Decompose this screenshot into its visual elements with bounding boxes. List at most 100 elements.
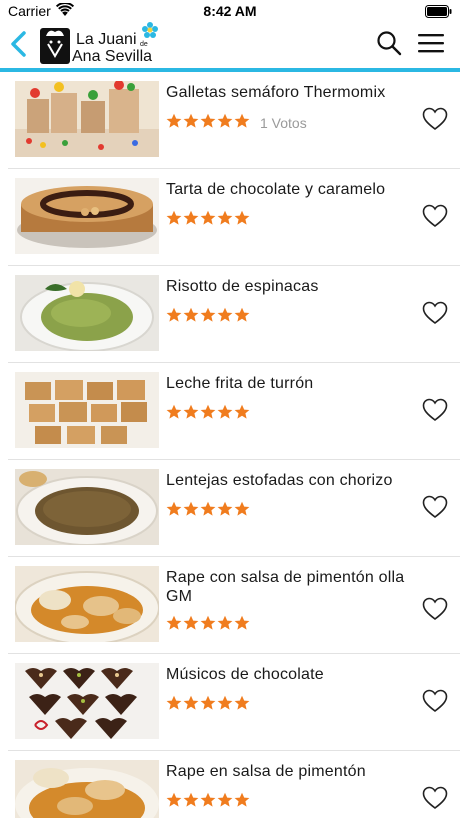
rating-stars [166,210,250,228]
recipe-thumbnail [15,760,159,818]
search-icon[interactable] [376,30,402,56]
star-icon [183,792,199,807]
star-icon [200,113,216,128]
star-icon [183,113,199,128]
status-bar: Carrier 8:42 AM [0,0,460,22]
app-logo: La Juani de Ana Sevilla [40,22,158,65]
recipe-row[interactable]: Leche frita de turrón [0,363,460,460]
star-icon [166,404,182,419]
recipe-row[interactable]: Tarta de chocolate y caramelo [0,169,460,266]
star-icon [183,404,199,419]
risotto-photo-icon [15,275,159,351]
rape-photo-icon [15,566,159,642]
rating-stars [166,501,250,519]
star-icon [234,695,250,710]
recipe-thumbnail [15,469,159,545]
star-icon [166,307,182,322]
favorite-heart-icon[interactable] [422,689,448,713]
leche-frita-photo-icon [15,372,159,448]
recipe-row[interactable]: Galletas semáforo Thermomix 1 Votos [0,72,460,169]
rating-stars [166,695,250,713]
star-icon [200,307,216,322]
star-icon [166,615,182,630]
star-icon [234,210,250,225]
recipe-row[interactable]: Risotto de espinacas [0,266,460,363]
recipe-row[interactable]: Músicos de chocolate [0,654,460,751]
star-icon [166,792,182,807]
star-icon [183,307,199,322]
star-icon [217,695,233,710]
recipe-title: Tarta de chocolate y caramelo [166,181,386,198]
recipe-list: Galletas semáforo Thermomix 1 Votos Tart… [0,72,460,818]
logo-text-line2: Ana Sevilla [72,48,152,65]
star-icon [200,501,216,516]
star-icon [200,210,216,225]
star-icon [234,113,250,128]
favorite-heart-icon[interactable] [422,398,448,422]
favorite-heart-icon[interactable] [422,786,448,810]
logo-text-line1: La Juani [76,31,137,48]
recipe-title: Lentejas estofadas con chorizo [166,472,393,489]
lentejas-photo-icon [15,469,159,545]
star-icon [200,792,216,807]
logo-text-small: de [140,41,148,48]
recipe-title: Galletas semáforo Thermomix [166,84,386,101]
favorite-heart-icon[interactable] [422,204,448,228]
rating-stars [166,307,250,325]
rating-stars [166,792,250,810]
recipe-thumbnail [15,372,159,448]
cookies-photo-icon [15,81,159,157]
star-icon [166,501,182,516]
rating-stars [166,113,250,131]
cake-photo-icon [15,178,159,254]
battery-icon [425,5,452,18]
musicos-photo-icon [15,663,159,739]
recipe-title: Risotto de espinacas [166,278,319,295]
recipe-title: Rape con salsa de pimentón olla GM [166,569,405,605]
favorite-heart-icon[interactable] [422,495,448,519]
recipe-thumbnail [15,275,159,351]
back-chevron-icon[interactable] [6,28,32,60]
favorite-heart-icon[interactable] [422,301,448,325]
star-icon [217,307,233,322]
star-icon [200,404,216,419]
star-icon [234,501,250,516]
recipe-row[interactable]: Lentejas estofadas con chorizo [0,460,460,557]
star-icon [200,615,216,630]
star-icon [217,113,233,128]
star-icon [166,113,182,128]
status-time: 8:42 AM [203,3,257,19]
recipe-thumbnail [15,81,159,157]
star-icon [217,792,233,807]
star-icon [217,501,233,516]
star-icon [183,210,199,225]
star-icon [200,695,216,710]
star-icon [166,210,182,225]
star-icon [217,404,233,419]
rating-stars [166,404,250,422]
star-icon [166,695,182,710]
star-icon [234,792,250,807]
star-icon [234,615,250,630]
star-icon [183,501,199,516]
star-icon [183,615,199,630]
votes-count: 1 Votos [260,115,307,131]
favorite-heart-icon[interactable] [422,597,448,621]
recipe-thumbnail [15,566,159,642]
rating-stars [166,615,250,633]
star-icon [234,404,250,419]
hamburger-menu-icon[interactable] [416,32,446,54]
rape-pimenton-photo-icon [15,760,159,818]
recipe-title: Rape en salsa de pimentón [166,763,366,780]
recipe-thumbnail [15,178,159,254]
navigation-bar: La Juani de Ana Sevilla [0,22,460,68]
star-icon [217,210,233,225]
recipe-row[interactable]: Rape con salsa de pimentón olla GM [0,557,460,654]
recipe-row[interactable]: Rape en salsa de pimentón [0,751,460,818]
star-icon [183,695,199,710]
recipe-title: Leche frita de turrón [166,375,314,392]
star-icon [217,615,233,630]
favorite-heart-icon[interactable] [422,107,448,131]
recipe-title: Músicos de chocolate [166,666,324,683]
star-icon [234,307,250,322]
